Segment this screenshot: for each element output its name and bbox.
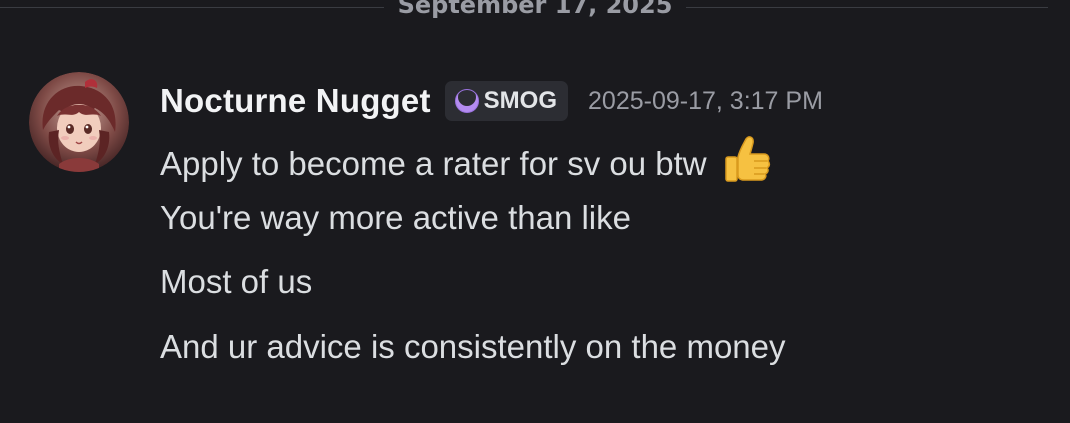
message-line[interactable]: And ur advice is consistently on the mon… (160, 327, 786, 367)
message-line-text: And ur advice is consistently on the mon… (160, 328, 786, 365)
message-line[interactable]: Most of us (160, 262, 312, 302)
avatar[interactable] (29, 72, 129, 172)
avatar-image (29, 72, 129, 172)
message-line-text: Apply to become a rater for sv ou btw (160, 145, 707, 182)
thumbs-up-icon (725, 136, 770, 182)
message-line-text: Most of us (160, 263, 313, 300)
message-group: Nocturne Nugget SMOG 2025-09-17, 3:17 PM… (0, 0, 1070, 423)
message-line[interactable]: You're way more active than like (160, 198, 631, 238)
message-line[interactable]: Apply to become a rater for sv ou btw (160, 135, 772, 184)
message-line-text: You're way more active than like (160, 199, 631, 236)
message-content: Apply to become a rater for sv ou btw Yo… (160, 0, 1060, 423)
